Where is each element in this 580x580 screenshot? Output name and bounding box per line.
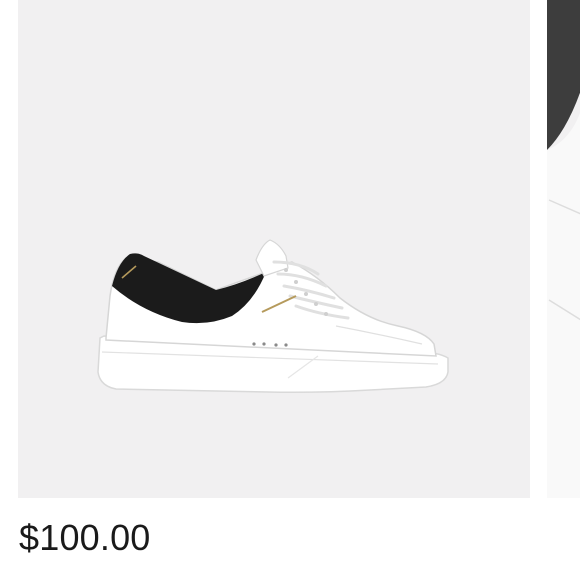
next-product-image-peek[interactable] <box>547 0 580 498</box>
sneaker-illustration <box>97 239 449 393</box>
product-price: $100.00 <box>19 517 151 558</box>
image-carousel[interactable] <box>0 0 580 500</box>
product-image[interactable] <box>18 0 530 498</box>
next-product-illustration <box>547 0 580 498</box>
